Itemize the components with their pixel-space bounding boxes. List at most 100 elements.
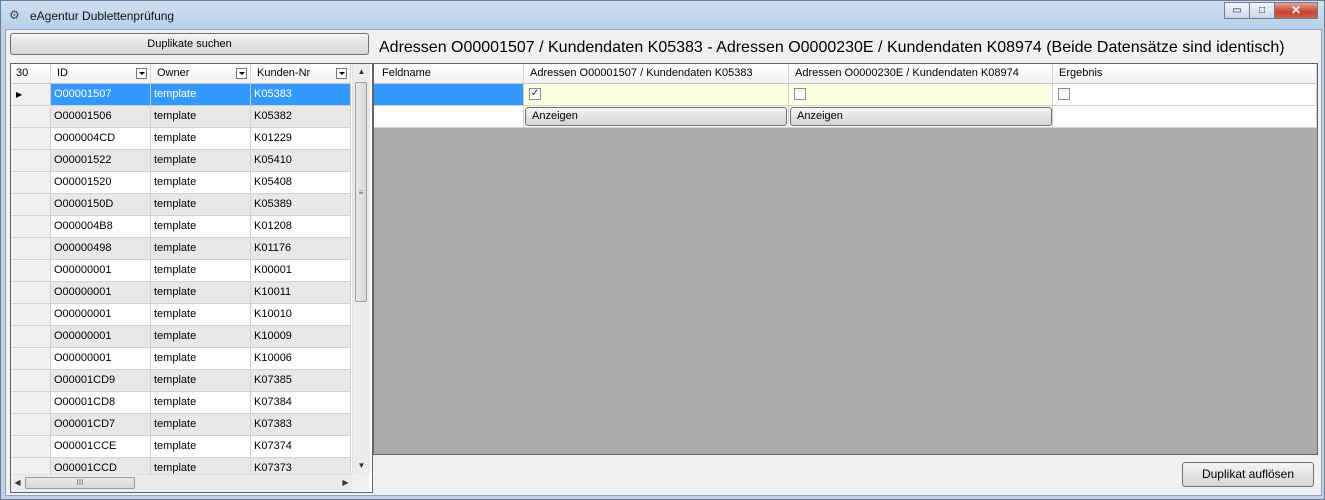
cell-owner[interactable]: template	[151, 106, 251, 128]
scroll-left-icon[interactable]: ◀	[11, 478, 26, 487]
cell-owner[interactable]: template	[151, 282, 251, 304]
cell-kunden-nr[interactable]: K05410	[251, 150, 351, 172]
column-header-id[interactable]: ID	[51, 64, 151, 83]
table-row[interactable]: O00001CCE template K07374	[11, 436, 351, 458]
row-header[interactable]	[11, 282, 51, 304]
table-row[interactable]: O00001CD8 template K07384	[11, 392, 351, 414]
cell-owner[interactable]: template	[151, 260, 251, 282]
table-row[interactable]: O00000001 template K10011	[11, 282, 351, 304]
record-a-checkbox[interactable]: ✓	[529, 88, 541, 100]
cell-id[interactable]: O00001CD7	[51, 414, 151, 436]
row-header[interactable]	[11, 194, 51, 216]
cell-id[interactable]: O00001CCE	[51, 436, 151, 458]
scroll-up-icon[interactable]: ▲	[353, 67, 370, 76]
row-header[interactable]: ▶	[11, 84, 51, 106]
row-header[interactable]	[11, 392, 51, 414]
cell-kunden-nr[interactable]: K07374	[251, 436, 351, 458]
record-b-cell[interactable]	[789, 84, 1053, 106]
cell-owner[interactable]: template	[151, 216, 251, 238]
ergebnis-checkbox[interactable]	[1058, 88, 1070, 100]
vertical-scroll-thumb[interactable]: ≡	[355, 82, 367, 302]
table-row[interactable]: O0000150D template K05389	[11, 194, 351, 216]
cell-id[interactable]: O00001522	[51, 150, 151, 172]
cell-kunden-nr[interactable]: K10006	[251, 348, 351, 370]
cell-id[interactable]: O00001506	[51, 106, 151, 128]
cell-kunden-nr[interactable]: K05408	[251, 172, 351, 194]
cell-kunden-nr[interactable]: K01176	[251, 238, 351, 260]
duplicates-grid[interactable]: 30 ID Owner Kunden-Nr ▶ O00001507 template…	[10, 63, 373, 493]
comparison-grid[interactable]: Feldname Adressen O00001507 / Kundendate…	[373, 63, 1318, 455]
filter-dropdown-icon[interactable]	[136, 68, 147, 79]
cell-kunden-nr[interactable]: K00001	[251, 260, 351, 282]
ergebnis-cell[interactable]	[1053, 106, 1317, 128]
cell-owner[interactable]: template	[151, 238, 251, 260]
table-row[interactable]: O000004B8 template K01208	[11, 216, 351, 238]
cell-owner[interactable]: template	[151, 348, 251, 370]
table-row[interactable]: O00000001 template K10010	[11, 304, 351, 326]
maximize-button[interactable]: □	[1249, 2, 1275, 19]
cell-id[interactable]: O00000001	[51, 348, 151, 370]
feldname-cell[interactable]	[374, 84, 524, 106]
show-record-b-button[interactable]: Anzeigen	[790, 107, 1052, 126]
column-header-record-b[interactable]: Adressen O0000230E / Kundendaten K08974	[789, 64, 1053, 83]
row-header[interactable]	[11, 414, 51, 436]
table-row[interactable]: O00001522 template K05410	[11, 150, 351, 172]
cell-id[interactable]: O00000001	[51, 304, 151, 326]
record-b-checkbox[interactable]	[794, 88, 806, 100]
cell-owner[interactable]: template	[151, 194, 251, 216]
table-row[interactable]: O00000498 template K01176	[11, 238, 351, 260]
cell-owner[interactable]: template	[151, 370, 251, 392]
minimize-button[interactable]: ▭	[1224, 2, 1250, 19]
row-header[interactable]	[11, 304, 51, 326]
show-record-a-button[interactable]: Anzeigen	[525, 107, 787, 126]
cell-id[interactable]: O00000001	[51, 282, 151, 304]
cell-kunden-nr[interactable]: K10011	[251, 282, 351, 304]
cell-id[interactable]: O00001CD9	[51, 370, 151, 392]
cell-owner[interactable]: template	[151, 414, 251, 436]
column-header-record-a[interactable]: Adressen O00001507 / Kundendaten K05383	[524, 64, 789, 83]
cell-owner[interactable]: template	[151, 392, 251, 414]
cell-id[interactable]: O0000150D	[51, 194, 151, 216]
cell-owner[interactable]: template	[151, 150, 251, 172]
table-row[interactable]: O00000001 template K00001	[11, 260, 351, 282]
cell-id[interactable]: O00000498	[51, 238, 151, 260]
cell-kunden-nr[interactable]: K01229	[251, 128, 351, 150]
feldname-cell[interactable]	[374, 106, 524, 128]
column-header-feldname[interactable]: Feldname	[374, 64, 524, 83]
cell-id[interactable]: O00000001	[51, 260, 151, 282]
row-header[interactable]	[11, 106, 51, 128]
cell-kunden-nr[interactable]: K10010	[251, 304, 351, 326]
row-header[interactable]	[11, 150, 51, 172]
cell-owner[interactable]: template	[151, 172, 251, 194]
row-header[interactable]	[11, 326, 51, 348]
cell-kunden-nr[interactable]: K07384	[251, 392, 351, 414]
row-header[interactable]	[11, 128, 51, 150]
cell-kunden-nr[interactable]: K07383	[251, 414, 351, 436]
cell-owner[interactable]: template	[151, 436, 251, 458]
vertical-scrollbar[interactable]: ▲ ≡ ▼	[352, 64, 370, 474]
row-header[interactable]	[11, 172, 51, 194]
cell-id[interactable]: O00001507	[51, 84, 151, 106]
cell-kunden-nr[interactable]: K07385	[251, 370, 351, 392]
resolve-duplicate-button[interactable]: Duplikat auflösen	[1182, 462, 1314, 487]
horizontal-scrollbar[interactable]: ◀ III ▶	[11, 474, 352, 492]
cell-id[interactable]: O000004CD	[51, 128, 151, 150]
record-a-cell[interactable]: ✓	[524, 84, 789, 106]
table-row[interactable]: O00001CD9 template K07385	[11, 370, 351, 392]
cell-owner[interactable]: template	[151, 304, 251, 326]
cell-id[interactable]: O00001520	[51, 172, 151, 194]
cell-id[interactable]: O000004B8	[51, 216, 151, 238]
cell-kunden-nr[interactable]: K10009	[251, 326, 351, 348]
row-header[interactable]	[11, 348, 51, 370]
cell-id[interactable]: O00000001	[51, 326, 151, 348]
row-header[interactable]	[11, 216, 51, 238]
table-row[interactable]: O00001520 template K05408	[11, 172, 351, 194]
column-header-kunden-nr[interactable]: Kunden-Nr	[251, 64, 351, 83]
table-row[interactable]: ▶ O00001507 template K05383	[11, 84, 351, 106]
filter-dropdown-icon[interactable]	[336, 68, 347, 79]
cell-kunden-nr[interactable]: K05382	[251, 106, 351, 128]
cell-kunden-nr[interactable]: K01208	[251, 216, 351, 238]
cell-id[interactable]: O00001CD8	[51, 392, 151, 414]
table-row[interactable]: O00001CD7 template K07383	[11, 414, 351, 436]
close-button[interactable]: ✕	[1274, 2, 1318, 19]
